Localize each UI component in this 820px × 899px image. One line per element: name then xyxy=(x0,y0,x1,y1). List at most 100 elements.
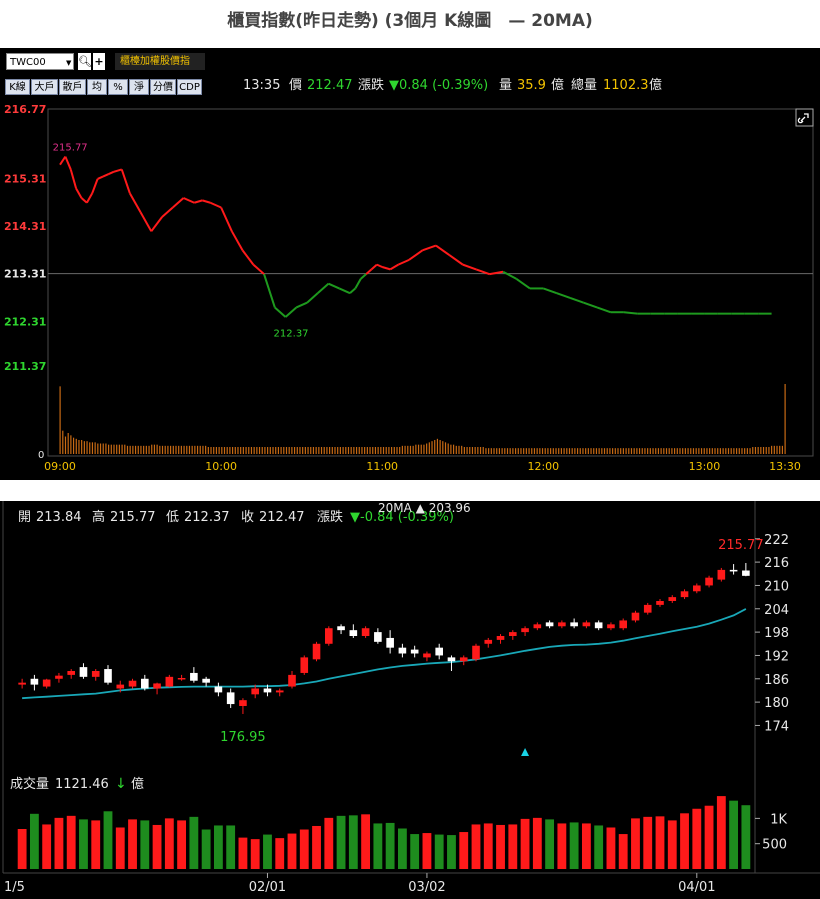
kline-chart-panel: 開 213.84 高 215.77 低 212.37 收 212.47 漲跌 ▼-0.84 (-0… xyxy=(0,501,820,899)
volume-bar xyxy=(644,448,646,454)
price-line-segment xyxy=(408,249,424,261)
volume-bar xyxy=(54,817,64,869)
volume-bar xyxy=(412,445,414,454)
candle-body xyxy=(558,622,566,627)
kline-header-high: 215.77 xyxy=(110,510,156,525)
volume-bar xyxy=(320,447,323,454)
price-line-segment xyxy=(623,311,638,315)
volume-bar xyxy=(630,448,633,454)
candle-body xyxy=(251,688,260,695)
volume-bar xyxy=(447,835,456,869)
volume-bar xyxy=(447,443,449,454)
kline-header-low: 212.37 xyxy=(184,510,230,525)
candle-body xyxy=(594,622,603,629)
candle-body xyxy=(361,628,370,636)
volume-bar xyxy=(771,445,773,454)
volume-bar xyxy=(461,445,463,454)
volume-bar xyxy=(752,447,754,454)
candle-body xyxy=(496,636,505,640)
volume-bar xyxy=(700,448,703,454)
kline-volume-value: 1121.46 xyxy=(55,777,109,792)
volume-bar xyxy=(471,447,474,454)
candle-body xyxy=(545,622,554,627)
volume-bar xyxy=(148,445,150,454)
volume-bar xyxy=(706,448,708,454)
volume-bar xyxy=(655,816,665,869)
volume-bar xyxy=(299,447,301,454)
volume-bar xyxy=(684,448,686,454)
volume-bar xyxy=(641,448,643,454)
kline-x-tick-label: 03/02 xyxy=(408,880,445,895)
volume-bar xyxy=(768,447,770,454)
volume-bar xyxy=(628,448,630,454)
volume-bar xyxy=(617,448,619,454)
volume-bar xyxy=(188,445,191,454)
volume-bar xyxy=(730,448,732,454)
kline-low-label: 176.95 xyxy=(220,730,266,745)
volume-bar xyxy=(566,448,568,454)
volume-bar xyxy=(590,448,592,454)
candle-body xyxy=(42,679,51,687)
volume-bar xyxy=(242,447,244,454)
volume-bar xyxy=(229,447,231,454)
volume-bar xyxy=(152,824,162,869)
intraday-x-tick-label: 10:00 xyxy=(205,460,237,473)
price-line-segment xyxy=(381,266,391,271)
volume-bar xyxy=(422,833,432,869)
volume-bar xyxy=(250,447,253,454)
volume-bar xyxy=(183,445,185,454)
volume-bar xyxy=(62,430,64,454)
volume-bar xyxy=(170,445,172,454)
volume-bar xyxy=(128,819,137,869)
price-line-segment xyxy=(113,168,123,173)
ma-legend: 20MA ▲ 203.96 xyxy=(378,501,471,515)
volume-bar xyxy=(380,447,382,454)
volume-bar xyxy=(307,447,309,454)
volume-bar xyxy=(326,447,328,454)
candle-body xyxy=(30,678,39,685)
link-icon[interactable] xyxy=(795,108,814,127)
volume-bar xyxy=(97,443,99,454)
volume-bar xyxy=(483,823,493,869)
volume-bar xyxy=(132,445,134,454)
volume-bar xyxy=(240,447,242,454)
candle-body xyxy=(67,671,76,675)
volume-bar xyxy=(312,825,321,869)
volume-bar xyxy=(415,444,417,454)
volume-bar xyxy=(539,448,541,454)
intraday-svg: 216.77 215.31 214.31 213.31 212.31 211.37 215.… xyxy=(4,103,814,473)
candle-body xyxy=(214,686,223,693)
volume-bar xyxy=(347,447,350,454)
volume-bar xyxy=(66,815,76,869)
volume-bar xyxy=(199,445,201,454)
volume-bar xyxy=(738,448,740,454)
volume-bar xyxy=(614,448,616,454)
volume-bar xyxy=(283,447,285,454)
volume-bar xyxy=(652,448,654,454)
volume-bar xyxy=(312,447,315,454)
volume-bar xyxy=(99,443,102,454)
volume-bar xyxy=(765,447,767,454)
volume-bar xyxy=(83,441,85,454)
price-line-segment xyxy=(274,306,287,318)
volume-bar xyxy=(121,444,123,454)
candle-body xyxy=(742,570,750,576)
volume-bar xyxy=(369,447,371,454)
price-line-segment xyxy=(284,306,297,318)
volume-bar xyxy=(159,445,161,454)
volume-bar xyxy=(409,445,412,454)
volume-bar xyxy=(606,448,608,454)
volume-bar xyxy=(237,447,239,454)
volume-bar xyxy=(727,448,730,454)
price-line-segment xyxy=(107,170,115,176)
kline-x-tick-label: 1/5 xyxy=(4,880,25,895)
price-line-segment xyxy=(69,169,78,189)
candle-body xyxy=(275,690,284,693)
volume-bar xyxy=(234,447,236,454)
intraday-y-tick-label: 212.31 xyxy=(4,315,46,328)
volume-bar xyxy=(643,816,653,869)
volume-bar xyxy=(67,433,69,454)
price-line-segment xyxy=(349,287,357,294)
volume-bar xyxy=(153,444,156,454)
candle-body xyxy=(177,678,186,680)
